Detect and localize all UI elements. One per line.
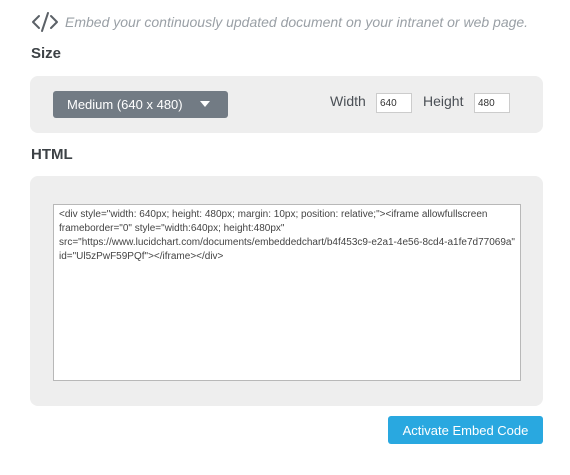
embed-code-textarea[interactable]: <div style="width: 640px; height: 480px;… [53,204,521,381]
width-input[interactable] [376,93,412,113]
intro-text: Embed your continuously updated document… [65,14,529,30]
width-label: Width [330,93,366,109]
size-panel: Medium (640 x 480) Width Height [30,76,543,133]
html-panel: <div style="width: 640px; height: 480px;… [30,176,543,406]
height-label: Height [423,93,464,109]
size-dropdown[interactable]: Medium (640 x 480) [53,91,228,118]
html-section-title: HTML [31,146,73,163]
size-dropdown-value: Medium (640 x 480) [67,97,183,112]
size-section-title: Size [31,45,62,62]
code-icon [32,12,58,32]
embed-intro: Embed your continuously updated document… [31,10,528,34]
height-input[interactable] [474,93,510,113]
activate-embed-code-button[interactable]: Activate Embed Code [388,416,543,444]
caret-down-icon [200,101,210,107]
